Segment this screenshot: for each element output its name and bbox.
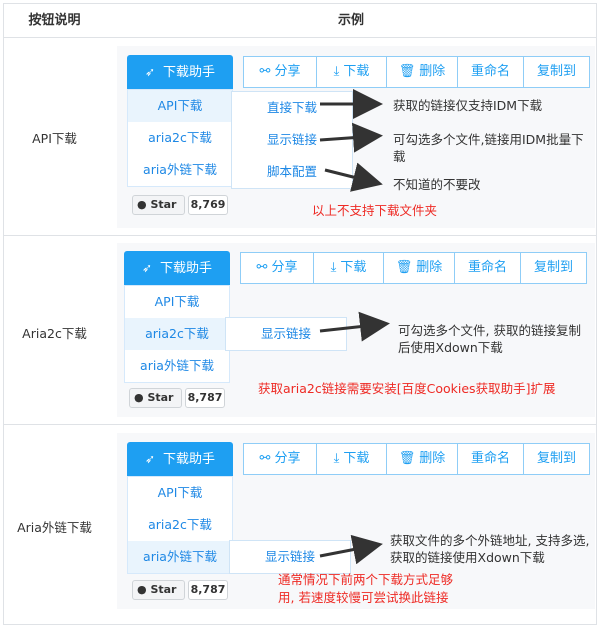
arrow xyxy=(319,311,390,342)
warning-note: 以上不支持下载文件夹 xyxy=(312,203,438,218)
warning-note: 获取aria2c链接需要安装[百度Cookies获取助手]扩展 xyxy=(258,381,556,396)
annotation-note: 获取文件的多个外链地址, 支持多选, 获取的链接使用Xdown下载 xyxy=(390,533,590,565)
annotation-note: 可勾选多个文件,链接用IDM批量下载 xyxy=(393,132,584,164)
annotation-note: 不知道的不要改 xyxy=(393,177,481,192)
arrow xyxy=(319,534,383,565)
warning-note: 通常情况下前两个下载方式足够用, 若速度较慢可尝试换此链接 xyxy=(278,572,454,605)
arrow xyxy=(319,122,383,153)
arrow xyxy=(324,162,383,192)
annotation-note: 可勾选多个文件, 获取的链接复制后使用Xdown下载 xyxy=(398,323,581,355)
annotation-note: 获取的链接仅支持IDM下载 xyxy=(393,98,543,113)
